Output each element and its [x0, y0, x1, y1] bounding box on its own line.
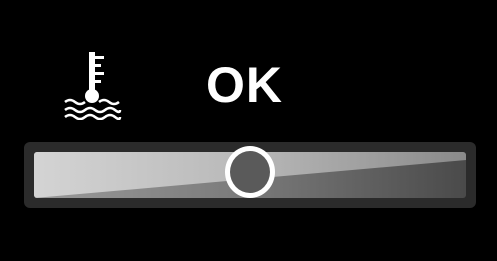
gauge-indicator: [225, 146, 275, 198]
coolant-temperature-icon: [64, 52, 122, 120]
status-text: OK: [206, 57, 283, 113]
coolant-temperature-display: OK: [0, 0, 497, 261]
